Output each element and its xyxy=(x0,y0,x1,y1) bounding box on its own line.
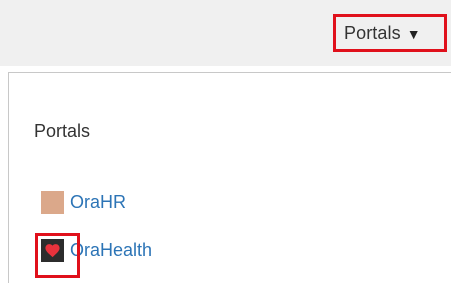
top-bar: Portals ▼ xyxy=(0,0,451,66)
portal-item-orahealth[interactable]: OraHealth xyxy=(35,232,152,278)
portals-dropdown-panel: Portals OraHR OraHealth xyxy=(8,72,451,283)
portals-menu-label: Portals xyxy=(344,22,401,43)
panel-heading: Portals xyxy=(34,121,91,141)
portals-menu-button[interactable]: Portals ▼ xyxy=(333,14,447,52)
tan-square-icon xyxy=(41,190,64,214)
heart-icon xyxy=(35,232,80,278)
portal-item-orahr[interactable]: OraHR xyxy=(41,189,126,215)
portal-link-orahealth[interactable]: OraHealth xyxy=(70,240,152,261)
caret-down-icon: ▼ xyxy=(406,26,421,42)
portal-link-orahr[interactable]: OraHR xyxy=(70,192,126,213)
